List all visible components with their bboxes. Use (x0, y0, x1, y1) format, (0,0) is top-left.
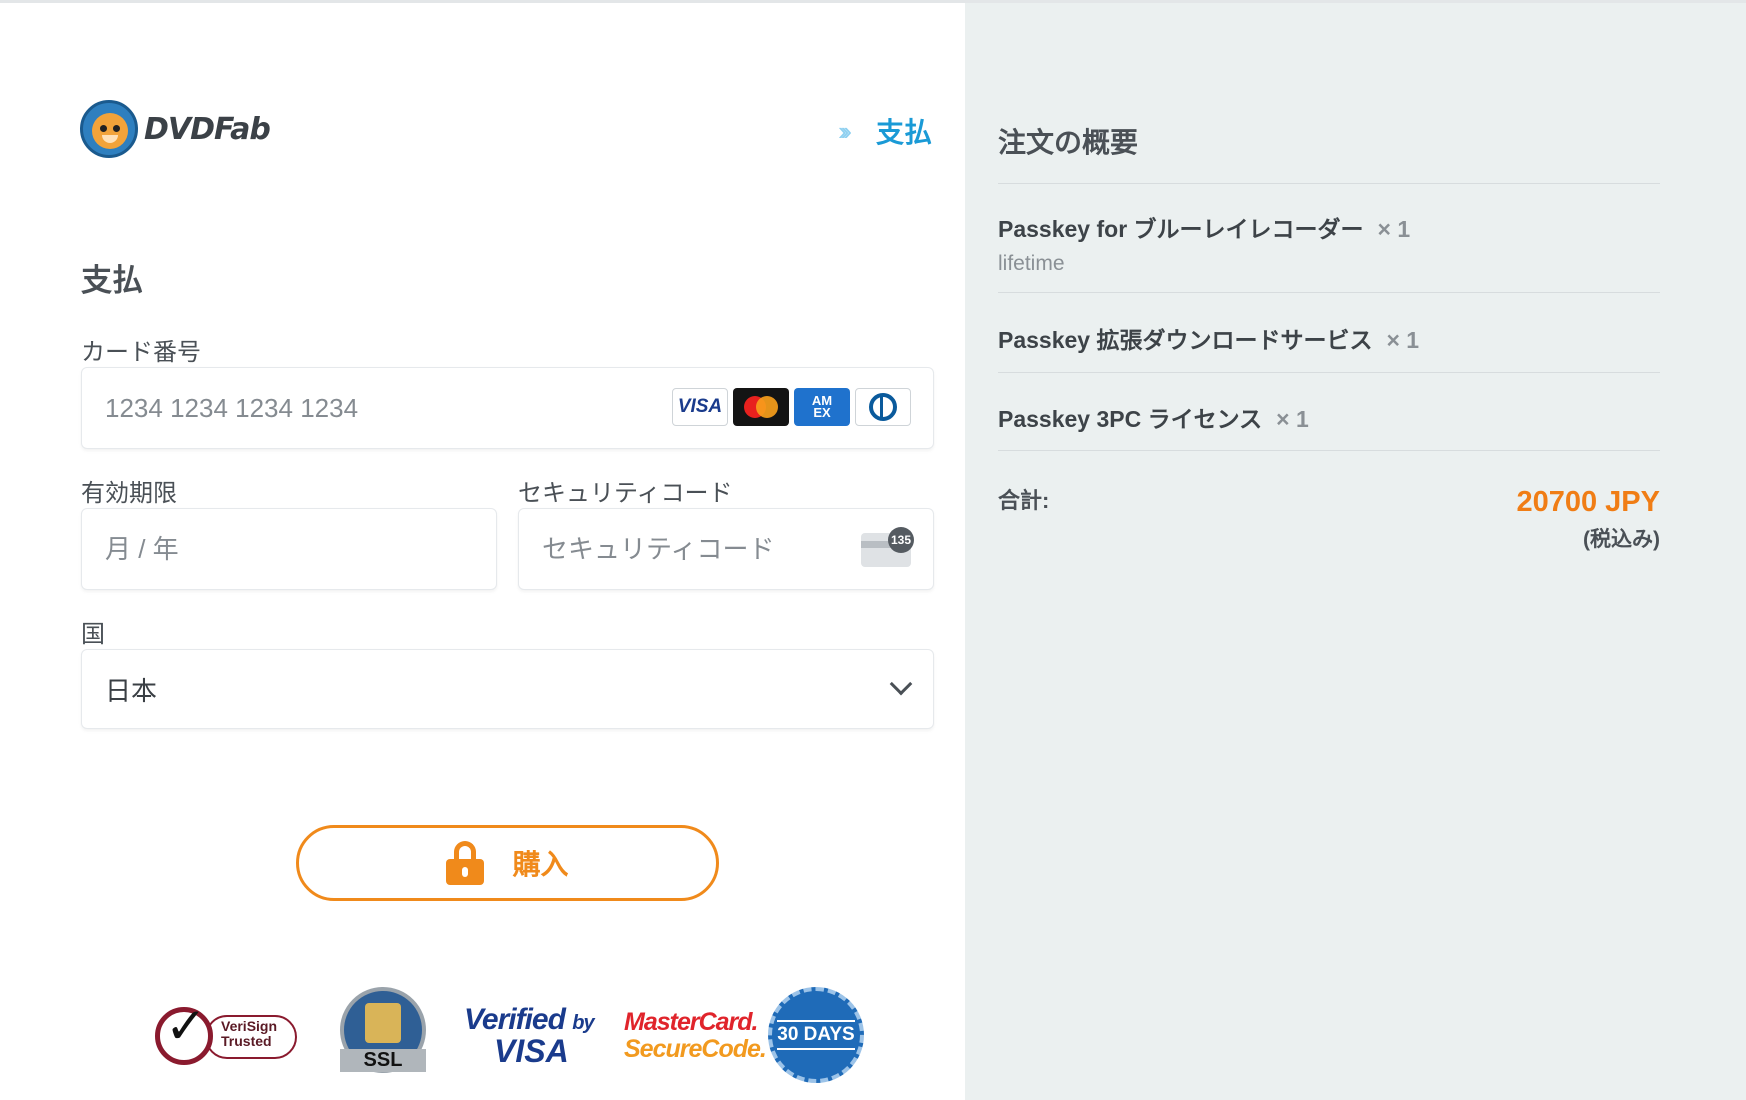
chevron-down-icon (889, 672, 913, 696)
ssl-text: SSL (340, 1049, 426, 1072)
cvc-label: セキュリティコード (518, 480, 733, 507)
dvdfab-logo[interactable]: DVDFab (80, 98, 271, 160)
trust-badges: ✓ VeriSign Trusted SSL Verified by VISA … (152, 983, 872, 1083)
mastercard-securecode-badge: MasterCard. SecureCode. (624, 1008, 767, 1069)
payment-heading: 支払 (81, 263, 143, 298)
total-amount: 20700 JPY (1516, 486, 1660, 518)
divider (998, 450, 1660, 451)
dvdfab-mascot-icon (80, 100, 138, 158)
expiry-input[interactable] (105, 509, 395, 589)
expiry-label: 有効期限 (81, 480, 177, 507)
card-number-label: カード番号 (81, 339, 201, 366)
country-select[interactable]: 日本 (81, 649, 934, 729)
diners-club-icon (855, 388, 911, 426)
mastercard-icon (733, 388, 789, 426)
item-qty: × 1 (1386, 327, 1420, 353)
item-qty: × 1 (1276, 406, 1309, 432)
lock-icon (446, 841, 485, 885)
mc-line1: MasterCard. (624, 1008, 759, 1036)
mc-line2: SecureCode. (624, 1035, 767, 1063)
logo-text: DVDFab (144, 111, 271, 147)
divider (998, 183, 1660, 184)
step-label: 支払 (875, 117, 932, 148)
buy-button-label: 購入 (512, 849, 569, 880)
item-name: Passkey 拡張ダウンロードサービス (998, 327, 1373, 353)
item-qty: × 1 (1377, 216, 1411, 242)
expiry-field (81, 508, 497, 590)
ssl-badge: SSL (340, 987, 426, 1075)
list-item: Passkey 3PC ライセンス × 1 (998, 400, 1309, 434)
cvc-card-icon: 135 (861, 527, 914, 567)
card-brand-icons: VISA AM EX (672, 388, 911, 426)
card-number-field: VISA AMEX (81, 367, 934, 449)
cvc-badge: 135 (888, 527, 914, 553)
order-summary-panel: 注文の概要 Passkey for ブルーレイレコーダー × 1 lifetime… (965, 3, 1746, 1100)
divider (998, 292, 1660, 293)
divider (998, 372, 1660, 373)
item-name: Passkey for ブルーレイレコーダー (998, 216, 1364, 242)
summary-title: 注文の概要 (998, 127, 1139, 158)
vbv-visa: VISA (494, 1033, 569, 1069)
days-text: 30 DAYS (777, 1020, 855, 1050)
country-value: 日本 (105, 675, 158, 706)
country-label: 国 (81, 621, 105, 648)
verisign-badge: ✓ VeriSign Trusted (155, 997, 297, 1071)
buy-button[interactable]: 購入 (296, 825, 719, 901)
step-chevron-icon: ››› (838, 115, 852, 146)
money-back-badge: 30 DAYS (768, 987, 864, 1083)
visa-icon: VISA (672, 388, 728, 426)
amex-icon: AM EX (794, 388, 850, 426)
item-name: Passkey 3PC ライセンス (998, 406, 1263, 432)
cvc-field: 135 (518, 508, 934, 590)
list-item: Passkey 拡張ダウンロードサービス × 1 (998, 321, 1419, 355)
verisign-text: VeriSign Trusted (221, 1018, 278, 1049)
vbv-by: by (572, 1012, 594, 1034)
list-item: Passkey for ブルーレイレコーダー × 1 lifetime (998, 210, 1410, 276)
total-label: 合計: (998, 488, 1050, 513)
checkout-step: ››› 支払 (838, 111, 932, 151)
vbv-verified: Verified (464, 1003, 566, 1036)
payment-panel: DVDFab ››› 支払 支払 カード番号 VISA AMEX 有効期限 セキ… (0, 3, 965, 1100)
total-tax-note: (税込み) (1583, 528, 1660, 551)
card-number-input[interactable] (105, 368, 701, 448)
cvc-input[interactable] (542, 509, 832, 589)
item-sub: lifetime (998, 252, 1065, 275)
verified-by-visa-badge: Verified by VISA (464, 1003, 595, 1073)
